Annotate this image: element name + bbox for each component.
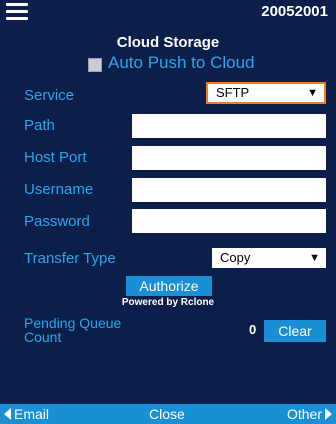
username-input[interactable] — [132, 178, 326, 202]
page-title: Cloud Storage — [116, 34, 220, 51]
auto-push-label[interactable]: Auto Push to Cloud — [108, 53, 254, 73]
right-arrow-icon — [325, 408, 332, 420]
powered-by-text: Powered by Rclone — [121, 297, 215, 308]
transfer-type-select[interactable]: Copy ▼ — [212, 248, 326, 268]
path-label: Path — [24, 117, 55, 134]
build-number: 20052001 — [261, 3, 328, 20]
username-label: Username — [24, 181, 94, 198]
host-port-input[interactable] — [132, 146, 326, 170]
transfer-type-value: Copy — [220, 250, 251, 265]
pending-queue-label-line2: Count — [24, 329, 62, 345]
pending-queue-count: 0 — [249, 322, 257, 337]
close-button[interactable]: Close — [149, 404, 185, 424]
authorize-button[interactable]: Authorize — [126, 276, 212, 296]
service-label: Service — [24, 87, 75, 104]
email-button[interactable]: Email — [4, 404, 49, 424]
password-input[interactable] — [132, 209, 326, 233]
pending-queue-label-line1: Pending Queue — [24, 315, 122, 331]
email-label: Email — [14, 406, 50, 422]
left-arrow-icon — [4, 408, 11, 420]
pending-queue-label: Pending Queue Count — [24, 316, 164, 344]
other-label: Other — [286, 406, 322, 422]
clear-button[interactable]: Clear — [264, 320, 326, 342]
dropdown-arrow-icon: ▼ — [307, 87, 318, 99]
password-label: Password — [24, 213, 90, 230]
path-input[interactable] — [132, 114, 326, 138]
bottom-navigation-bar: Email Close Other — [0, 404, 336, 424]
service-select[interactable]: SFTP ▼ — [206, 82, 326, 104]
host-port-label: Host Port — [24, 149, 87, 166]
service-value: SFTP — [216, 85, 250, 100]
other-button[interactable]: Other — [287, 404, 332, 424]
hamburger-menu-icon[interactable] — [6, 3, 28, 21]
auto-push-checkbox[interactable] — [88, 58, 102, 72]
dropdown-arrow-icon: ▼ — [309, 252, 320, 264]
transfer-type-label: Transfer Type — [24, 250, 116, 267]
